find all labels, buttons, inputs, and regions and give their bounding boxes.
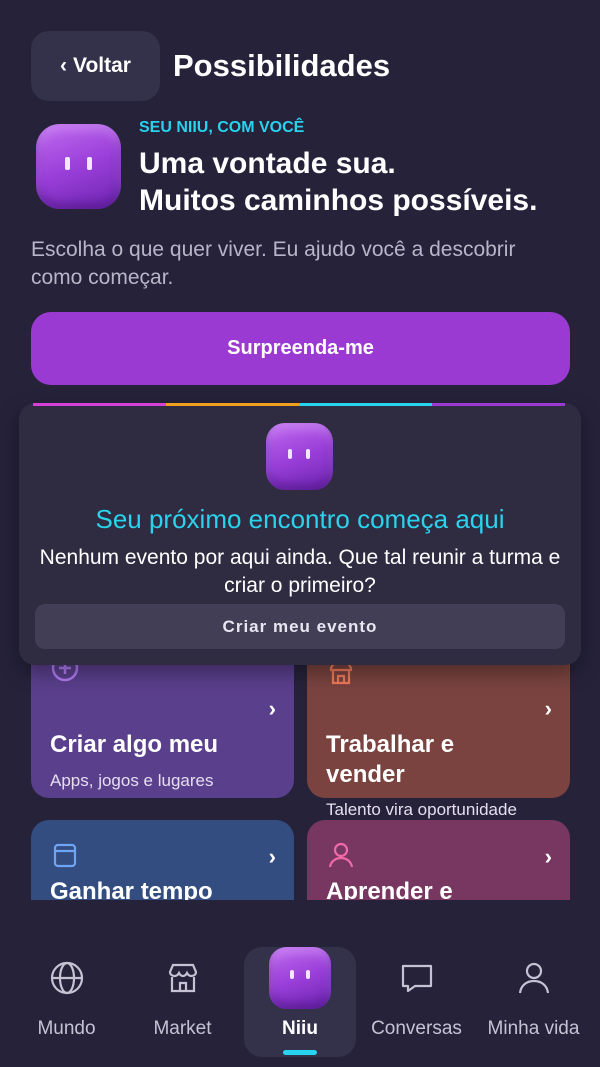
card-subtitle: Talento vira oportunidade <box>326 800 517 819</box>
create-event-button[interactable]: Criar meu evento <box>35 604 565 649</box>
bottom-tab-bar: Mundo Market Niiu Conversas Minha vida <box>0 930 600 1067</box>
tab-label: Minha vida <box>487 1018 580 1039</box>
niiu-mascot-icon <box>36 124 121 209</box>
hero-description: Escolha o que quer viver. Eu ajudo você … <box>31 238 516 289</box>
chevron-right-icon: › <box>268 696 276 721</box>
tab-mundo[interactable]: Mundo <box>8 930 125 1050</box>
mascot-eye <box>87 157 92 170</box>
card-save-time[interactable]: › Ganhar tempo <box>31 820 294 900</box>
niiu-mascot-icon <box>266 423 333 490</box>
back-button[interactable]: ‹ Voltar <box>31 31 160 101</box>
tab-label: Market <box>153 1018 212 1039</box>
tab-minha-vida[interactable]: Minha vida <box>475 930 592 1050</box>
tab-market[interactable]: Market <box>124 930 241 1050</box>
hero-title-line: Muitos caminhos possíveis. <box>139 184 538 217</box>
globe-icon <box>50 961 83 995</box>
card-subtitle: Apps, jogos e lugares <box>50 771 214 790</box>
chevron-right-icon: › <box>544 844 552 869</box>
card-title: Aprender e <box>326 878 453 900</box>
surprise-me-button[interactable]: Surpreenda-me <box>31 312 570 385</box>
color-stripe <box>33 403 166 406</box>
shop-icon <box>168 963 197 993</box>
chevron-right-icon: › <box>268 844 276 869</box>
card-title: Trabalhar e vender <box>326 730 454 790</box>
mascot-eye <box>288 449 292 459</box>
card-title-line: vender <box>326 761 405 788</box>
color-stripe <box>432 403 565 406</box>
mascot-eye <box>65 157 70 170</box>
tab-label: Conversas <box>371 1018 462 1039</box>
tab-niiu[interactable]: Niiu <box>244 947 356 1057</box>
card-learn[interactable]: › Aprender e <box>307 820 570 900</box>
hero-title-line: Uma vontade sua. <box>139 147 396 180</box>
color-stripe <box>299 403 432 406</box>
calendar-icon <box>53 843 77 868</box>
niiu-mascot-icon <box>269 947 331 1009</box>
chat-icon <box>401 964 432 993</box>
mascot-eye <box>306 970 310 979</box>
chevron-right-icon: › <box>544 696 552 721</box>
mascot-eye <box>290 970 294 979</box>
card-title-line: Trabalhar e <box>326 731 455 758</box>
event-title: Seu próximo encontro começa aqui <box>95 504 505 534</box>
page-title: Possibilidades <box>173 48 391 83</box>
hero-kicker: SEU NIIU, COM VOCÊ <box>139 119 305 136</box>
active-tab-indicator <box>283 1050 317 1055</box>
back-label: Voltar <box>73 54 131 77</box>
card-title: Ganhar tempo <box>50 878 213 900</box>
color-stripe <box>166 403 299 406</box>
event-description: Nenhum evento por aqui ainda. Que tal re… <box>39 546 561 597</box>
back-chevron-icon: ‹ <box>60 54 68 77</box>
tab-label: Niiu <box>282 1018 318 1039</box>
event-empty-state-card: Seu próximo encontro começa aqui Nenhum … <box>19 403 581 665</box>
tab-conversas[interactable]: Conversas <box>358 930 475 1050</box>
hero-title: Uma vontade sua. Muitos caminhos possíve… <box>139 145 537 219</box>
tab-label: Mundo <box>37 1018 96 1039</box>
card-title: Criar algo meu <box>50 731 219 758</box>
user-icon <box>518 962 549 994</box>
mascot-eye <box>306 449 310 459</box>
header: ‹ Voltar Possibilidades <box>0 0 600 110</box>
person-icon <box>328 842 354 868</box>
